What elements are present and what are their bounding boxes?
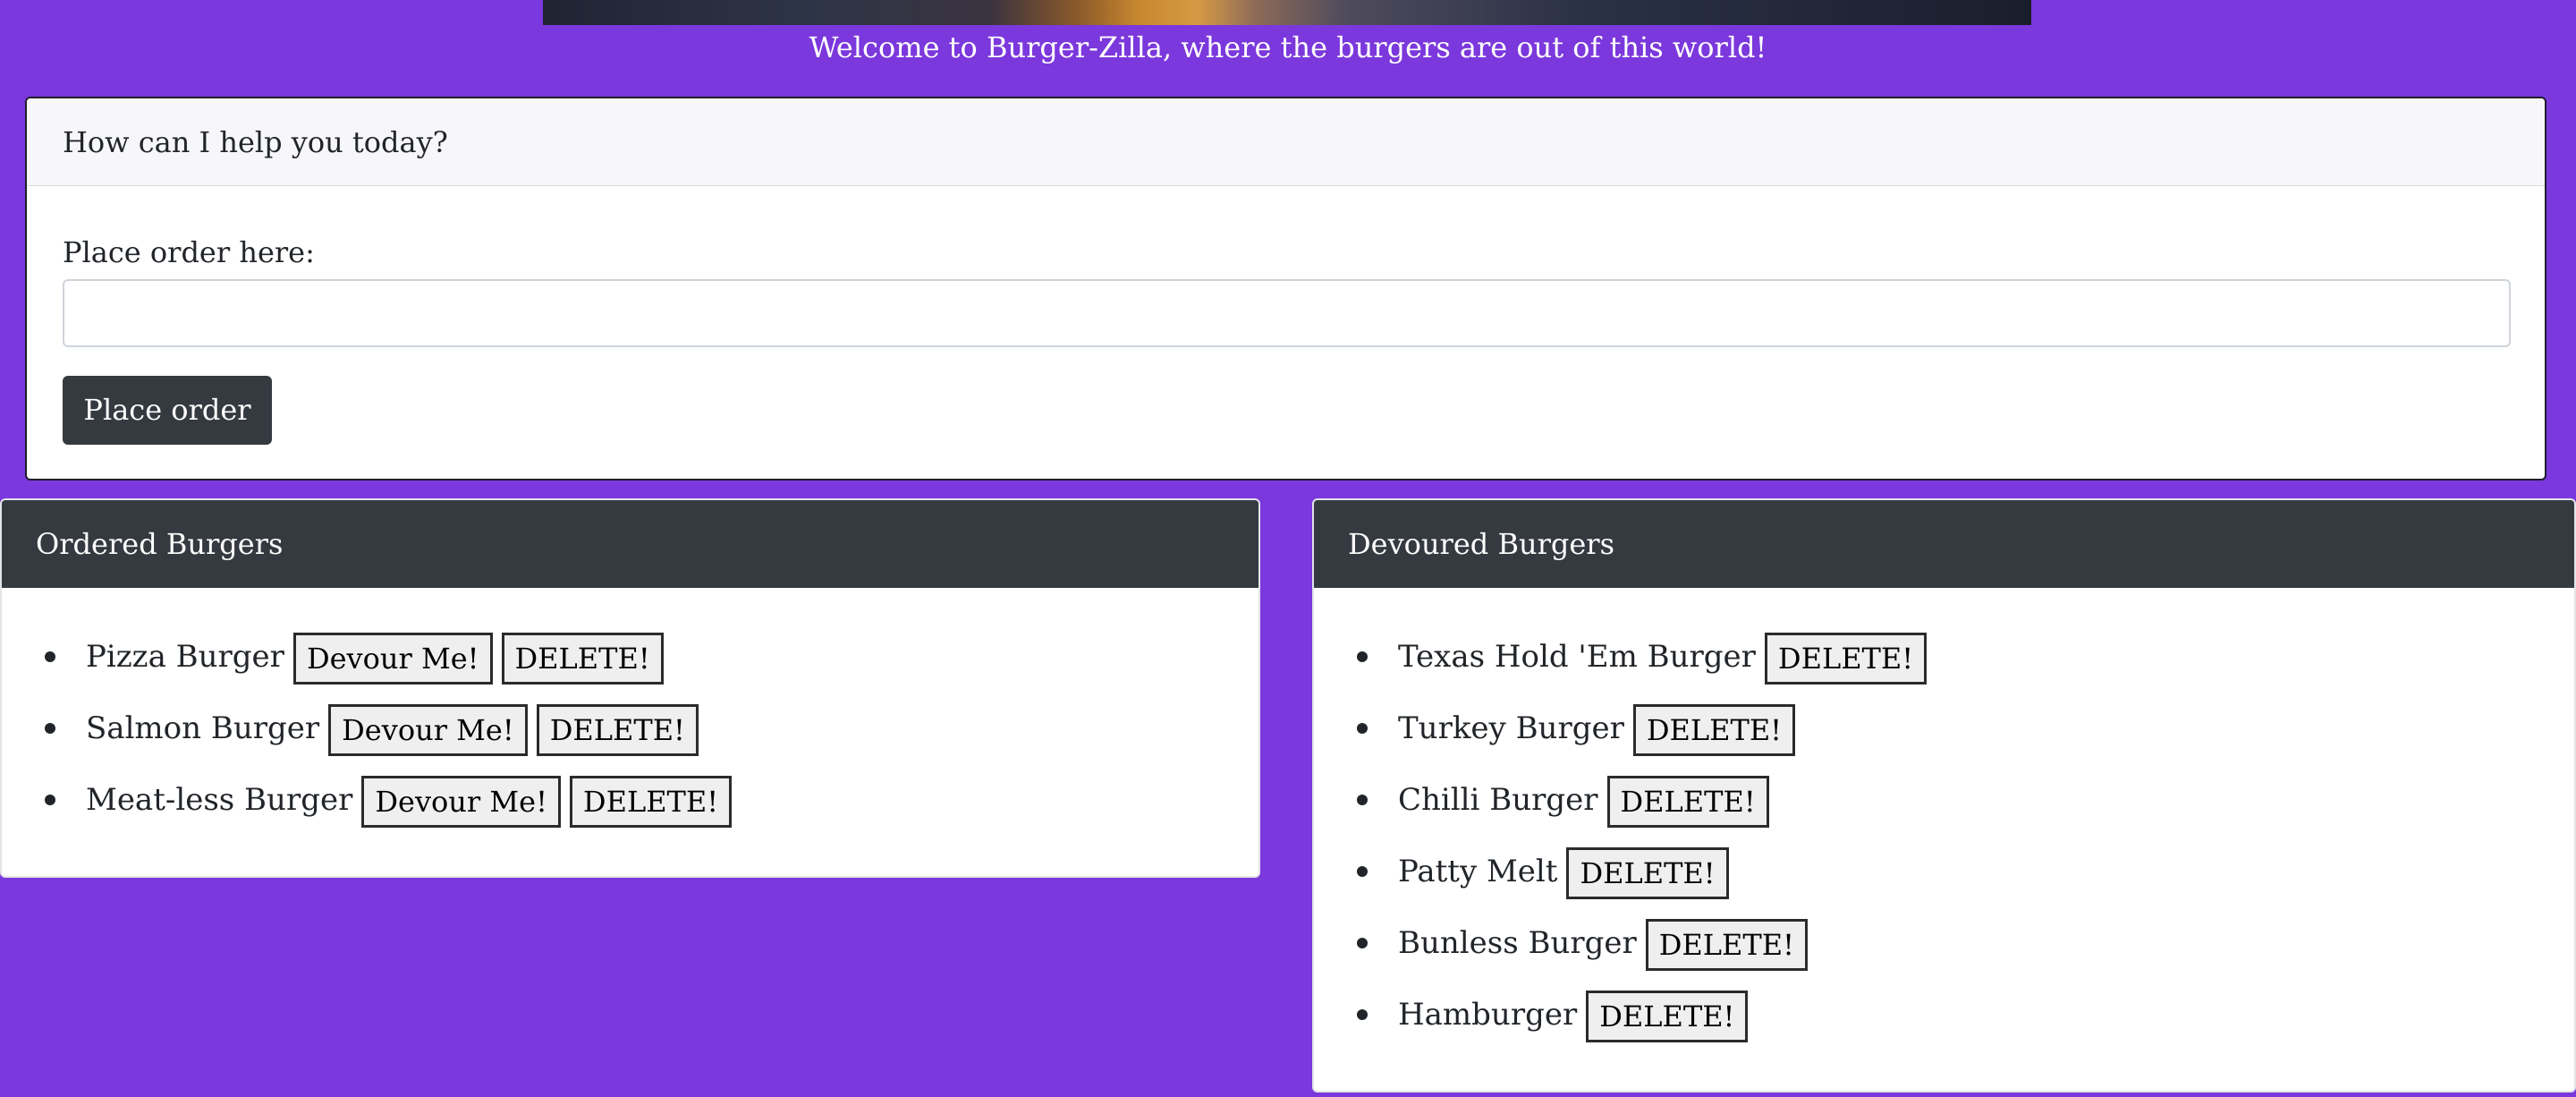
burger-name: Turkey Burger (1398, 710, 1624, 746)
devour-button[interactable]: Devour Me! (361, 776, 561, 828)
burger-name: Patty Melt (1398, 854, 1558, 889)
burger-name: Hamburger (1398, 997, 1578, 1033)
delete-button[interactable]: DELETE! (536, 704, 699, 756)
order-input[interactable] (63, 279, 2511, 347)
bullet-icon (45, 723, 55, 734)
delete-button[interactable]: DELETE! (1645, 919, 1808, 971)
order-card: How can I help you today? Place order he… (25, 97, 2546, 480)
list-item: Patty Melt DELETE! (1314, 847, 2574, 919)
bullet-icon (1357, 938, 1368, 948)
list-item: Texas Hold 'Em Burger DELETE! (1314, 633, 2574, 704)
bullet-icon (45, 795, 55, 805)
list-item: Pizza Burger Devour Me! DELETE! (2, 633, 1258, 704)
list-item: Salmon Burger Devour Me! DELETE! (2, 704, 1258, 776)
list-item: Meat-less Burger Devour Me! DELETE! (2, 776, 1258, 847)
bullet-icon (1357, 723, 1368, 734)
list-item: Hamburger DELETE! (1314, 991, 2574, 1062)
burger-name: Pizza Burger (86, 639, 284, 675)
delete-button[interactable]: DELETE! (1764, 633, 1928, 685)
burger-name: Texas Hold 'Em Burger (1398, 639, 1756, 675)
devoured-burgers-header: Devoured Burgers (1314, 500, 2574, 588)
delete-button[interactable]: DELETE! (1566, 847, 1729, 899)
hero-burger-image (543, 0, 2031, 25)
devoured-burgers-card: Devoured Burgers Texas Hold 'Em Burger D… (1312, 498, 2576, 1093)
devour-button[interactable]: Devour Me! (292, 633, 493, 685)
burger-name: Chilli Burger (1398, 782, 1598, 818)
list-item: Chilli Burger DELETE! (1314, 776, 2574, 847)
list-item: Turkey Burger DELETE! (1314, 704, 2574, 776)
delete-button[interactable]: DELETE! (1586, 991, 1749, 1042)
bullet-icon (1357, 866, 1368, 877)
ordered-burgers-header: Ordered Burgers (2, 500, 1258, 588)
place-order-button[interactable]: Place order (63, 376, 272, 445)
bullet-icon (1357, 795, 1368, 805)
delete-button[interactable]: DELETE! (569, 776, 733, 828)
bullet-icon (45, 651, 55, 662)
order-card-header: How can I help you today? (27, 98, 2545, 186)
burger-name: Bunless Burger (1398, 925, 1637, 961)
devoured-burgers-list: Texas Hold 'Em Burger DELETE! Turkey Bur… (1314, 633, 2574, 1062)
list-item: Bunless Burger DELETE! (1314, 919, 2574, 991)
order-label: Place order here: (63, 235, 315, 269)
devour-button[interactable]: Devour Me! (328, 704, 528, 756)
welcome-text: Welcome to Burger-Zilla, where the burge… (809, 30, 1767, 64)
delete-button[interactable]: DELETE! (1632, 704, 1796, 756)
burger-name: Meat-less Burger (86, 782, 353, 818)
burger-name: Salmon Burger (86, 710, 320, 746)
delete-button[interactable]: DELETE! (1606, 776, 1769, 828)
ordered-burgers-card: Ordered Burgers Pizza Burger Devour Me! … (0, 498, 1260, 878)
ordered-burgers-list: Pizza Burger Devour Me! DELETE! Salmon B… (2, 633, 1258, 847)
bullet-icon (1357, 651, 1368, 662)
bullet-icon (1357, 1009, 1368, 1020)
delete-button[interactable]: DELETE! (501, 633, 664, 685)
